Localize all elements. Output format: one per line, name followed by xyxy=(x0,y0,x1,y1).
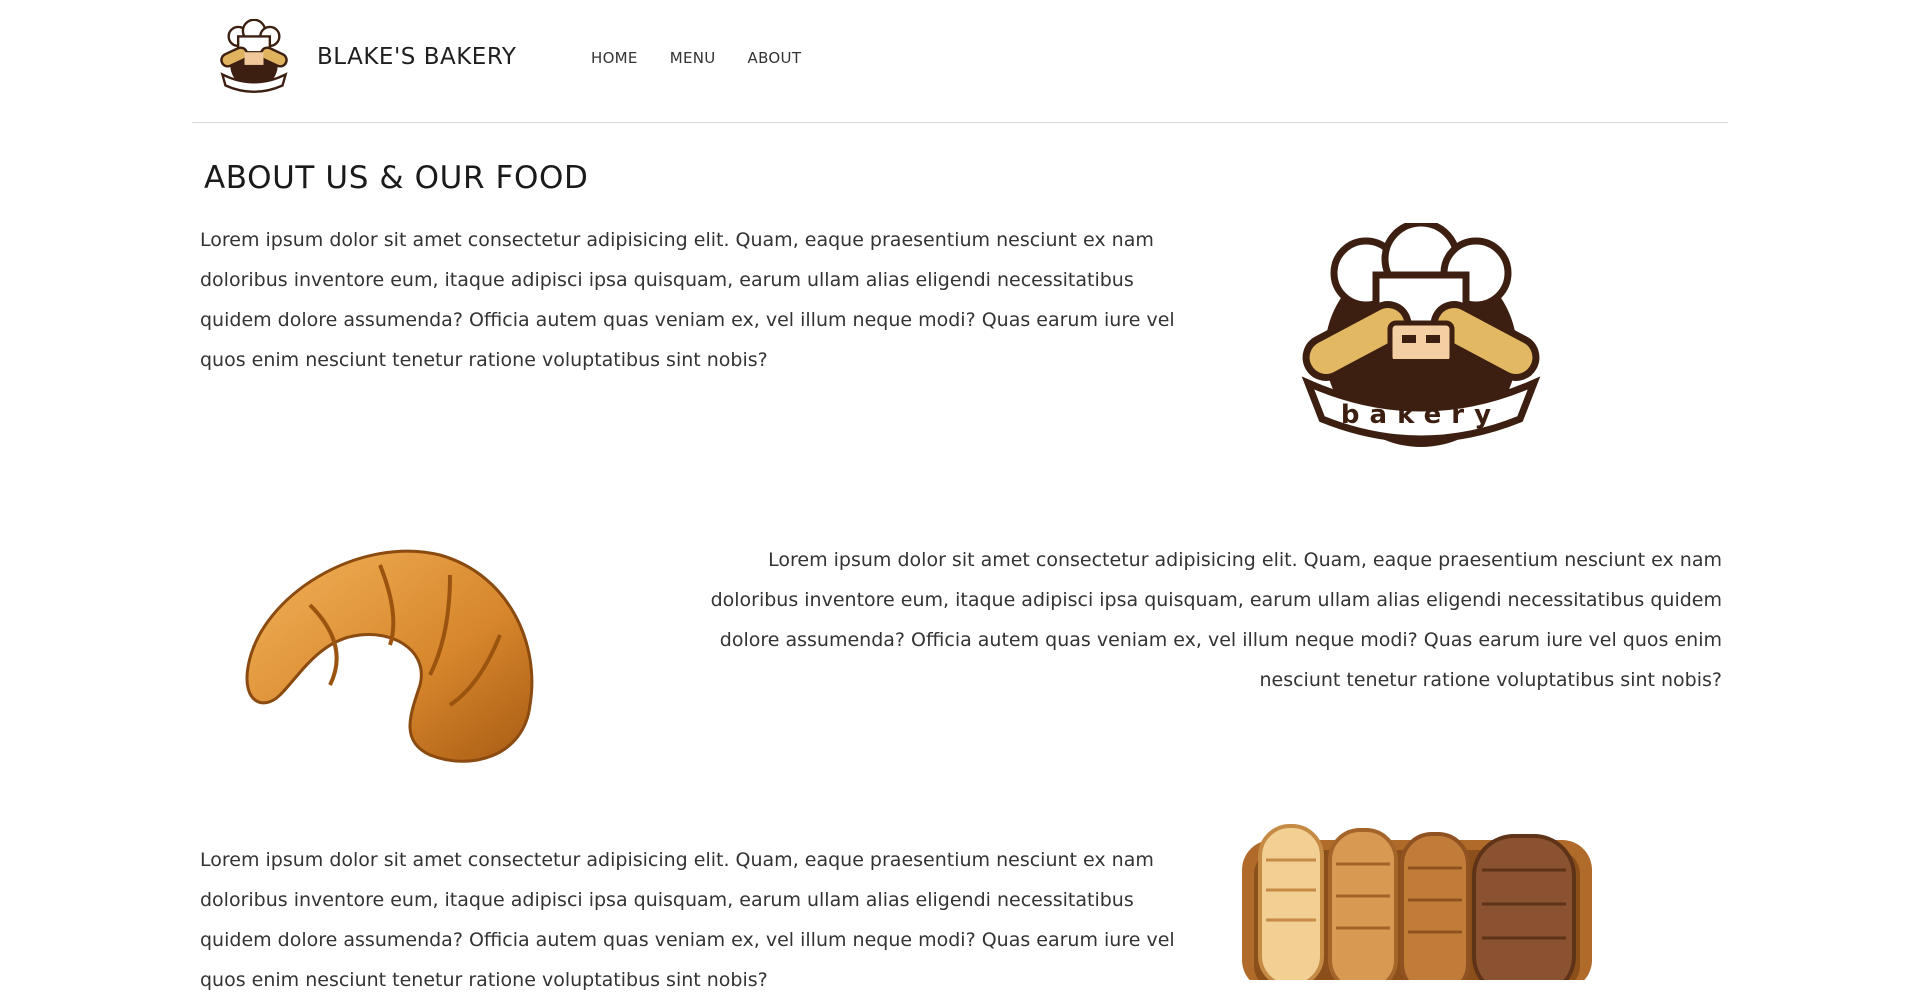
nav-menu-link[interactable]: MENU xyxy=(670,49,716,67)
about-paragraph-1: Lorem ipsum dolor sit amet consectetur a… xyxy=(200,229,1175,371)
page-title: ABOUT US & OUR FOOD xyxy=(204,160,589,196)
brand-name[interactable]: BLAKE'S BAKERY xyxy=(317,44,516,70)
bakery-logo-icon[interactable] xyxy=(214,19,294,95)
croissant-image xyxy=(245,549,534,763)
page: BLAKE'S BAKERY HOME MENU ABOUT ABOUT US … xyxy=(192,0,1728,991)
about-paragraph-2: Lorem ipsum dolor sit amet consectetur a… xyxy=(710,549,1722,691)
bakery-banner-text: bakery xyxy=(1341,400,1501,430)
bread-basket-image xyxy=(1242,824,1592,980)
nav-about-link[interactable]: ABOUT xyxy=(748,49,802,67)
navbar: BLAKE'S BAKERY HOME MENU ABOUT xyxy=(192,0,1728,123)
about-paragraph-3: Lorem ipsum dolor sit amet consectetur a… xyxy=(200,849,1175,991)
main-nav: HOME MENU ABOUT xyxy=(591,49,801,67)
chef-bakery-logo-image: bakery xyxy=(1301,223,1541,447)
nav-home-link[interactable]: HOME xyxy=(591,49,638,67)
